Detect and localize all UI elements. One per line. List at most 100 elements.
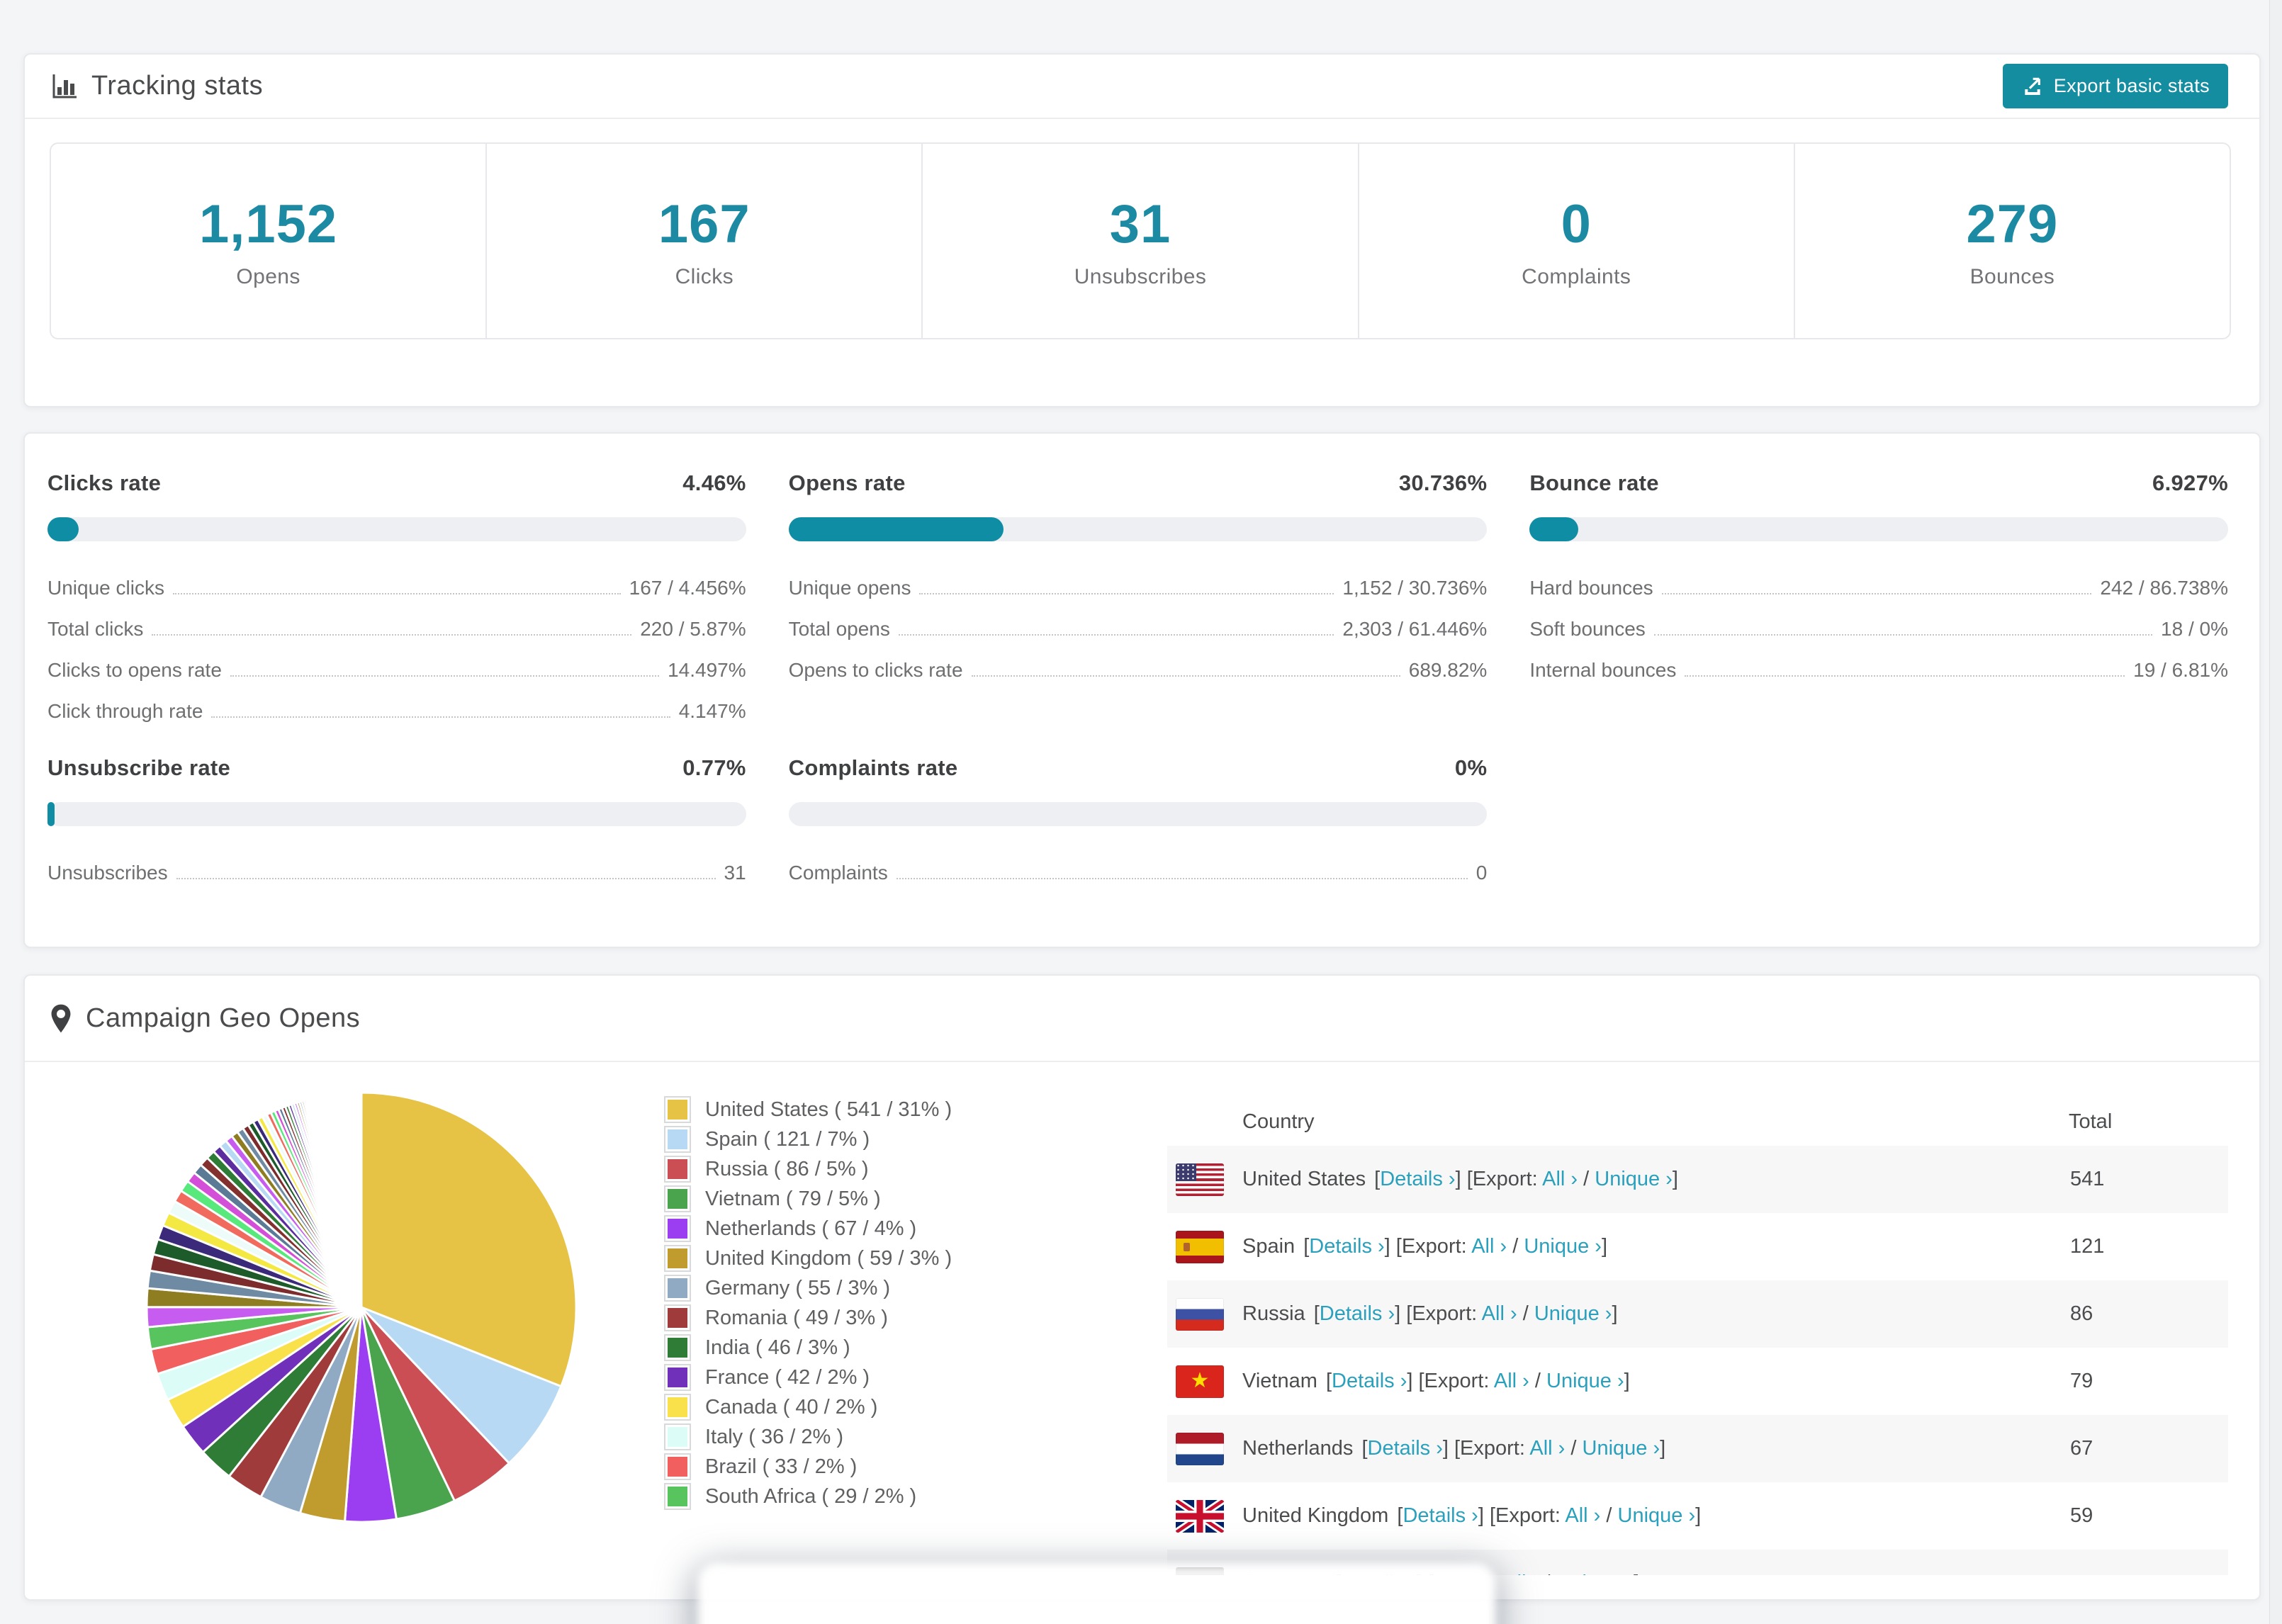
summary-stat-complaints: 0 Complaints [1359, 144, 1795, 338]
stat-row-opens-to-clicks-rate: Opens to clicks rate 689.82% [789, 641, 1488, 682]
details-link[interactable]: Details › [1320, 1302, 1395, 1325]
netherlands-flag-icon [1176, 1432, 1224, 1465]
dotted-leader [230, 675, 660, 677]
export-unique-link[interactable]: Unique › [1534, 1302, 1612, 1325]
legend-item-netherlands: Netherlands ( 67 / 4% ) [664, 1214, 1125, 1244]
export-unique-link[interactable]: Unique › [1618, 1504, 1696, 1527]
table-row-vietnam: Vietnam [Details ›] [Export: All › / Uni… [1167, 1348, 2228, 1415]
bottom-overlay [698, 1563, 1495, 1624]
bar-chart-icon [49, 72, 79, 101]
dotted-leader [176, 878, 716, 879]
export-unique-link[interactable]: Unique › [1546, 1370, 1624, 1392]
table-row-united-states: United States [Details ›] [Export: All ›… [1167, 1146, 2228, 1213]
country-total: 79 [2070, 1370, 2093, 1392]
export-all-link[interactable]: All › [1482, 1302, 1517, 1325]
legend-label: Spain ( 121 / 7% ) [705, 1127, 870, 1151]
dotted-leader [1653, 634, 2153, 636]
opens-rate-block: Opens rate 30.736% Unique opens 1,152 / … [788, 470, 1488, 723]
legend-label: France ( 42 / 2% ) [705, 1365, 870, 1389]
summary-stat-value: 1,152 [199, 193, 338, 254]
dotted-leader [152, 634, 632, 636]
summary-stat-value: 31 [1109, 193, 1171, 254]
stat-row-value: 4.147% [678, 699, 746, 722]
stat-row-clicks-to-opens-rate: Clicks to opens rate 14.497% [47, 641, 746, 682]
vietnam-flag-icon [1176, 1365, 1224, 1398]
details-link[interactable]: Details › [1380, 1168, 1455, 1190]
export-icon [2021, 75, 2044, 98]
pie-legend: United States ( 541 / 31% ) Spain ( 121 … [664, 1095, 1125, 1511]
country-name: Russia [1242, 1302, 1305, 1325]
export-unique-link[interactable]: Unique › [1595, 1168, 1673, 1190]
country-total: 59 [2070, 1504, 2093, 1527]
legend-item-italy: Italy ( 36 / 2% ) [664, 1422, 1125, 1452]
stat-row-unsubscribes: Unsubscribes 31 [47, 843, 746, 884]
summary-stat-label: Opens [236, 264, 300, 288]
summary-stat-value: 0 [1561, 193, 1592, 254]
legend-label: Vietnam ( 79 / 5% ) [705, 1187, 881, 1210]
legend-swatch [664, 1334, 691, 1361]
export-all-link[interactable]: All › [1494, 1370, 1529, 1392]
export-all-link[interactable]: All › [1503, 1572, 1539, 1575]
export-all-link[interactable]: All › [1471, 1235, 1507, 1258]
details-link[interactable]: Details › [1368, 1437, 1443, 1460]
stat-row-total-clicks: Total clicks 220 / 5.87% [47, 599, 746, 641]
stat-row-hard-bounces: Hard bounces 242 / 86.738% [1529, 558, 2228, 599]
geo-body: United States ( 541 / 31% ) Spain ( 121 … [25, 1062, 2259, 1575]
export-unique-link[interactable]: Unique › [1524, 1235, 1602, 1258]
dotted-leader [1685, 675, 2125, 677]
legend-swatch [664, 1275, 691, 1302]
legend-swatch [664, 1304, 691, 1331]
geo-header: Campaign Geo Opens [25, 976, 2259, 1062]
details-link[interactable]: Details › [1403, 1504, 1478, 1527]
rate-value: 0.77% [682, 755, 746, 780]
united-kingdom-flag-icon [1176, 1499, 1224, 1533]
tracking-stats-header: Tracking stats Export basic stats [25, 55, 2259, 119]
summary-stat-unsubscribes: 31 Unsubscribes [923, 144, 1359, 338]
legend-label: Russia ( 86 / 5% ) [705, 1157, 869, 1180]
geo-table: Country Total United States [Details ›] … [1167, 1098, 2228, 1575]
export-unique-link[interactable]: Unique › [1583, 1437, 1660, 1460]
summary-stat-value: 279 [1966, 193, 2059, 254]
dotted-leader [896, 878, 1468, 879]
stat-row-label: Complaints [788, 861, 888, 884]
summary-stats-group: 1,152 Opens 167 Clicks 31 Unsubscribes 0… [50, 142, 2231, 339]
export-all-link[interactable]: All › [1529, 1437, 1565, 1460]
geo-table-rows: United States [Details ›] [Export: All ›… [1167, 1146, 2228, 1575]
legend-item-germany: Germany ( 55 / 3% ) [664, 1273, 1125, 1303]
stat-row-label: Unique opens [788, 576, 911, 599]
geo-opens-pie-chart[interactable] [142, 1088, 581, 1527]
export-all-link[interactable]: All › [1565, 1504, 1600, 1527]
spain-flag-icon [1176, 1230, 1224, 1263]
stat-row-value: 14.497% [668, 658, 746, 681]
country-name: Vietnam [1242, 1370, 1317, 1392]
legend-swatch [664, 1394, 691, 1421]
stat-row-soft-bounces: Soft bounces 18 / 0% [1529, 599, 2228, 641]
legend-item-spain: Spain ( 121 / 7% ) [664, 1124, 1125, 1154]
dashboard-page: Tracking stats Export basic stats 1,152 … [0, 0, 2282, 1624]
details-link[interactable]: Details › [1332, 1370, 1407, 1392]
legend-label: Romania ( 49 / 3% ) [705, 1306, 888, 1329]
dotted-leader [919, 593, 1334, 594]
legend-swatch [664, 1423, 691, 1450]
details-link[interactable]: Details › [1309, 1235, 1384, 1258]
scrollbar[interactable] [2269, 0, 2282, 1624]
legend-item-south-africa: South Africa ( 29 / 2% ) [664, 1482, 1125, 1511]
stat-row-complaints: Complaints 0 [789, 843, 1488, 884]
export-unique-link[interactable]: Unique › [1556, 1572, 1634, 1575]
rate-progress-fill [788, 517, 1004, 541]
country-name: Spain [1242, 1235, 1295, 1258]
table-row-russia: Russia [Details ›] [Export: All › / Uniq… [1167, 1280, 2228, 1348]
legend-label: Italy ( 36 / 2% ) [705, 1425, 844, 1448]
export-all-link[interactable]: All › [1542, 1168, 1578, 1190]
stat-row-label: Total opens [788, 617, 890, 640]
complaints-rate-block: Complaints rate 0% Complaints 0 [788, 755, 1488, 884]
country-name: United States [1242, 1168, 1366, 1190]
export-basic-stats-button[interactable]: Export basic stats [2002, 64, 2228, 108]
stat-row-label: Unique clicks [47, 576, 164, 599]
legend-item-vietnam: Vietnam ( 79 / 5% ) [664, 1184, 1125, 1214]
legend-label: India ( 46 / 3% ) [705, 1336, 850, 1359]
legend-swatch [664, 1453, 691, 1480]
rate-progress-bar [47, 517, 746, 541]
rate-progress-fill [47, 802, 55, 826]
rate-title: Bounce rate [1529, 470, 1659, 495]
